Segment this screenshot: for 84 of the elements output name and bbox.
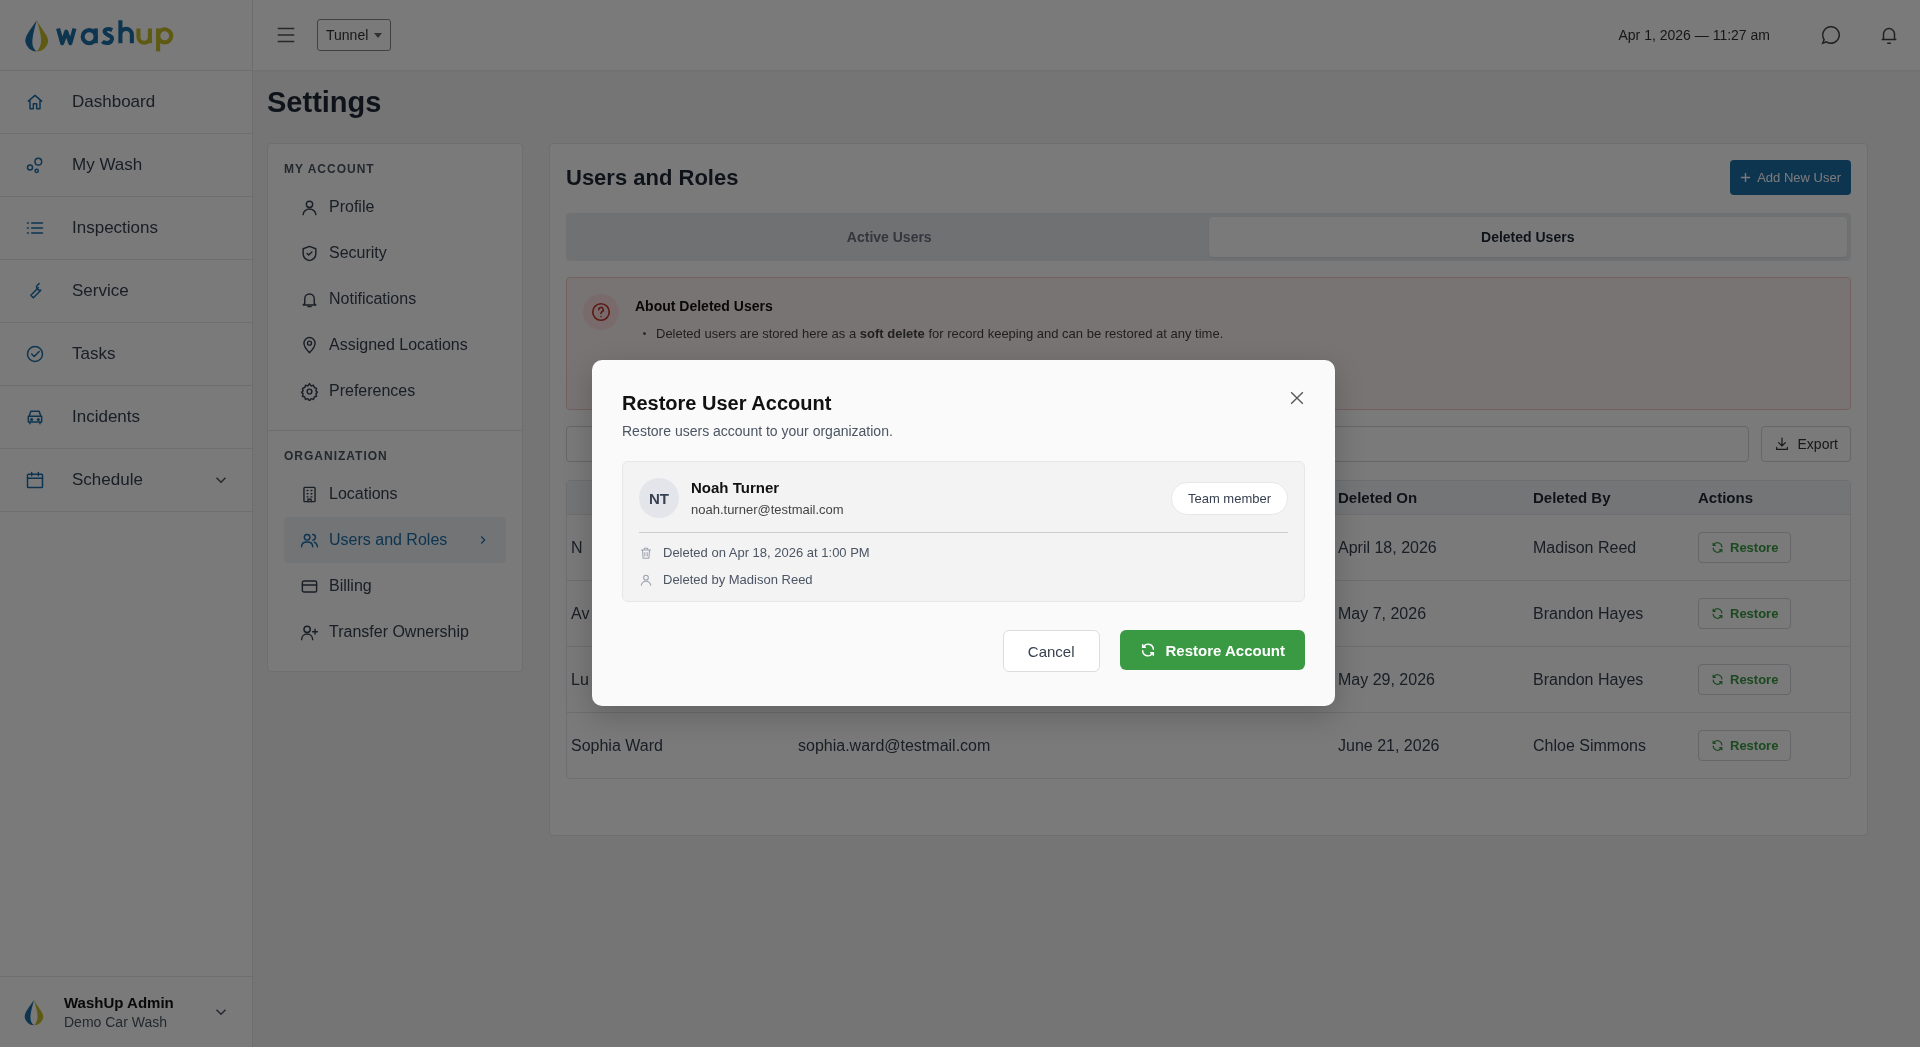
- settings-icon: [300, 381, 319, 401]
- account-name: WashUp Admin: [64, 994, 175, 1011]
- home-icon: [25, 92, 45, 112]
- page-title: Settings: [267, 86, 383, 119]
- user-email: noah.turner@testmail.com: [691, 502, 845, 517]
- restore-button[interactable]: Restore: [1698, 664, 1792, 695]
- account-switcher[interactable]: WashUp Admin Demo Car Wash: [0, 976, 252, 1047]
- check-circle-icon: [25, 344, 45, 364]
- table-cell: Chloe Simmons: [1533, 736, 1646, 754]
- column-header: Deleted By: [1533, 489, 1611, 506]
- refresh-icon: [1139, 642, 1156, 658]
- table-cell: Brandon Hayes: [1533, 604, 1644, 622]
- cancel-button[interactable]: Cancel: [1002, 630, 1100, 672]
- table-cell: May 7, 2026: [1338, 604, 1427, 622]
- settings-menu-item[interactable]: Security: [284, 230, 506, 276]
- caret-icon: [374, 32, 383, 38]
- date-time: Apr 1, 2026 — 11:27 am: [1618, 27, 1770, 43]
- restore-button[interactable]: Restore: [1698, 532, 1792, 563]
- section-heading: ORGANIZATION: [284, 449, 389, 463]
- table-cell: Madison Reed: [1533, 538, 1637, 556]
- add-user-button[interactable]: Add New User: [1730, 160, 1851, 195]
- car-icon: [25, 407, 45, 427]
- bullet-icon: [643, 332, 646, 335]
- table-cell: May 29, 2026: [1338, 670, 1435, 688]
- bubbles-icon: [25, 155, 45, 175]
- restore-button[interactable]: Restore: [1698, 598, 1792, 629]
- role-badge: Team member: [1170, 481, 1288, 515]
- restore-account-button[interactable]: Restore Account: [1119, 630, 1305, 670]
- settings-menu-item[interactable]: Locations: [284, 471, 506, 517]
- section-heading: MY ACCOUNT: [284, 162, 376, 176]
- settings-menu-item[interactable]: Preferences: [284, 368, 506, 414]
- panel-title: Users and Roles: [566, 164, 739, 191]
- notice-text: Deleted users are stored here as a soft delete for record keeping and can be restored at any time.: [656, 326, 1224, 341]
- table-cell: Brandon Hayes: [1533, 670, 1644, 688]
- building-icon: [300, 484, 319, 504]
- settings-menu-item[interactable]: Transfer Ownership: [284, 609, 506, 655]
- settings-menu-item[interactable]: Profile: [284, 184, 506, 230]
- settings-menu-item[interactable]: Billing: [284, 563, 506, 609]
- plus-icon: [1740, 172, 1752, 183]
- tab[interactable]: Active Users: [570, 217, 1209, 257]
- table-cell: Sophia Ward: [571, 736, 663, 754]
- column-header: Deleted On: [1338, 489, 1418, 506]
- download-icon: [1773, 436, 1790, 452]
- organization-name: Demo Car Wash: [64, 1014, 168, 1030]
- table-cell: Av: [571, 604, 590, 622]
- sidebar-item[interactable]: Incidents: [0, 386, 252, 449]
- person-icon: [639, 572, 653, 587]
- settings-menu-item[interactable]: Users and Roles: [284, 517, 506, 563]
- person-icon: [300, 197, 319, 217]
- table-cell: June 21, 2026: [1338, 736, 1440, 754]
- column-header: Actions: [1698, 489, 1753, 506]
- detail-text: Deleted by Madison Reed: [663, 572, 813, 587]
- refresh-icon: [1711, 739, 1724, 752]
- settings-menu-item[interactable]: Assigned Locations: [284, 322, 506, 368]
- avatar: NT: [639, 478, 679, 518]
- shield-icon: [300, 243, 319, 263]
- location-pin-icon: [300, 335, 319, 355]
- table-cell: Lu: [571, 670, 589, 688]
- refresh-icon: [1711, 607, 1724, 620]
- dialog-title: Restore User Account: [622, 392, 833, 415]
- sidebar-item[interactable]: Dashboard: [0, 71, 252, 134]
- restore-button[interactable]: Restore: [1698, 730, 1792, 761]
- location-select[interactable]: Tunnel: [317, 19, 392, 51]
- tab[interactable]: Deleted Users: [1208, 217, 1847, 257]
- refresh-icon: [1711, 541, 1724, 554]
- dialog-subtitle: Restore users account to your organization.: [622, 423, 893, 439]
- help-icon: [590, 301, 612, 323]
- trash-icon: [639, 545, 653, 560]
- notice-title: About Deleted Users: [635, 298, 774, 314]
- sidebar-item[interactable]: Service: [0, 260, 252, 323]
- table-cell: N: [571, 538, 583, 556]
- sidebar-item[interactable]: My Wash: [0, 134, 252, 197]
- detail-text: Deleted on Apr 18, 2026 at 1:00 PM: [663, 545, 870, 560]
- calendar-icon: [25, 470, 45, 490]
- refresh-icon: [1711, 673, 1724, 686]
- sidebar-item[interactable]: Inspections: [0, 197, 252, 260]
- user-name: Noah Turner: [691, 479, 781, 496]
- table-cell: sophia.ward@testmail.com: [798, 736, 991, 754]
- export-button[interactable]: Export: [1760, 426, 1851, 462]
- table-cell: April 18, 2026: [1338, 538, 1437, 556]
- settings-menu-item[interactable]: Notifications: [284, 276, 506, 322]
- sidebar-item[interactable]: Schedule: [0, 449, 252, 512]
- sidebar-item[interactable]: Tasks: [0, 323, 252, 386]
- chat-bubble-icon[interactable]: [1820, 24, 1842, 46]
